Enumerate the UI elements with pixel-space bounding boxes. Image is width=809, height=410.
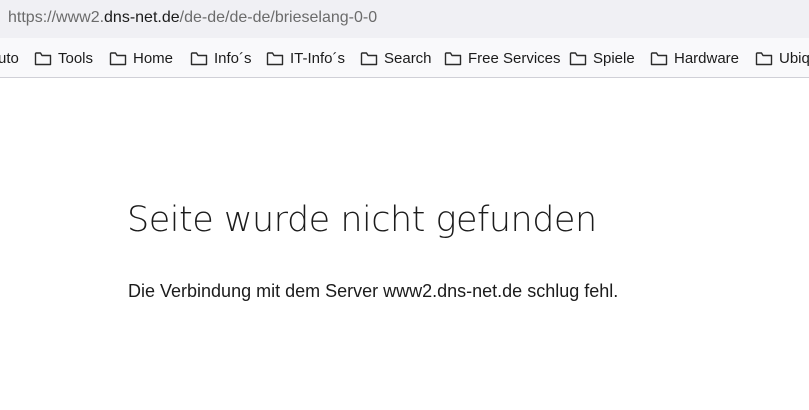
bookmark-label: Info´s <box>214 49 252 67</box>
folder-icon <box>360 51 378 65</box>
bookmark-folder-free-services[interactable]: Free Services <box>444 47 561 69</box>
bookmark-folder-it-infos[interactable]: IT-Info´s <box>266 47 345 69</box>
folder-icon <box>266 51 284 65</box>
bookmark-label: Free Services <box>468 49 561 67</box>
folder-icon <box>34 51 52 65</box>
url-text[interactable]: https://www2.dns-net.de/de-de/de-de/brie… <box>8 8 377 28</box>
error-title: Seite wurde nicht gefunden <box>127 200 597 240</box>
bookmark-folder-search[interactable]: Search <box>360 47 432 69</box>
bookmark-label: Search <box>384 49 432 67</box>
url-prefix: https://www2. <box>8 9 105 26</box>
bookmark-folder-ubiq[interactable]: Ubiq <box>755 47 809 69</box>
folder-icon <box>444 51 462 65</box>
url-path: /de-de/de-de/brieselang-0-0 <box>179 9 378 26</box>
bookmark-label: Tools <box>58 49 94 67</box>
bookmark-label: Home <box>133 49 174 67</box>
bookmark-folder-auto[interactable]: uto <box>0 47 19 69</box>
folder-icon <box>650 51 668 65</box>
address-bar[interactable]: https://www2.dns-net.de/de-de/de-de/brie… <box>0 0 809 38</box>
bookmark-label: uto <box>0 49 19 67</box>
bookmark-label: Spiele <box>593 49 635 67</box>
bookmark-label: IT-Info´s <box>290 49 346 67</box>
folder-icon <box>109 51 127 65</box>
bookmark-label: Hardware <box>674 49 740 67</box>
folder-icon <box>190 51 208 65</box>
bookmark-folder-home[interactable]: Home <box>109 47 173 69</box>
folder-icon <box>755 51 773 65</box>
bookmark-folder-spiele[interactable]: Spiele <box>569 47 635 69</box>
url-host: dns-net.de <box>104 9 180 26</box>
error-page <box>0 78 809 410</box>
bookmark-label: Ubiq <box>779 49 809 67</box>
bookmark-folder-infos[interactable]: Info´s <box>190 47 252 69</box>
folder-icon <box>569 51 587 65</box>
bookmark-folder-hardware[interactable]: Hardware <box>650 47 739 69</box>
bookmarks-toolbar: uto Tools Home Info´s IT-Info´s Search F… <box>0 38 809 78</box>
bookmark-folder-tools[interactable]: Tools <box>34 47 93 69</box>
error-description: Die Verbindung mit dem Server www2.dns-n… <box>128 281 619 301</box>
